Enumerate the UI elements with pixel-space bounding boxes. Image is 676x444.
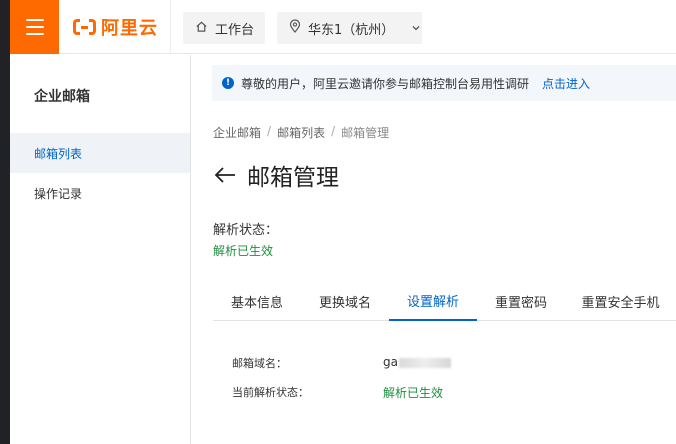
sidebar-item-label: 操作记录 bbox=[34, 186, 83, 201]
menu-line bbox=[25, 33, 44, 35]
menu-line bbox=[25, 19, 44, 21]
resolve-status-label: 解析状态： bbox=[213, 223, 279, 238]
aliyun-logo-icon bbox=[73, 19, 96, 35]
sidebar-item-mailbox-list[interactable]: 邮箱列表 bbox=[10, 133, 190, 173]
redacted-mask bbox=[398, 357, 451, 368]
domain-label: 邮箱域名： bbox=[232, 357, 287, 370]
top-navigation-bar: 阿里云 工作台 华东1（杭州） bbox=[10, 0, 676, 54]
hamburger-menu-button[interactable] bbox=[10, 0, 59, 54]
domain-value-row: ga bbox=[383, 355, 451, 369]
sidebar-item-operation-log[interactable]: 操作记录 bbox=[10, 173, 190, 213]
breadcrumb: 企业邮箱 / 邮箱列表 / 邮箱管理 bbox=[213, 124, 389, 141]
breadcrumb-separator: / bbox=[267, 124, 272, 138]
tab-bar: 基本信息 更换域名 设置解析 重置密码 重置安全手机 bbox=[213, 282, 676, 321]
tab-change-domain[interactable]: 更换域名 bbox=[301, 282, 389, 321]
menu-line bbox=[25, 26, 44, 28]
notice-text: 尊敬的用户，阿里云邀请你参与邮箱控制台易用性调研 bbox=[241, 76, 530, 91]
workbench-label: 工作台 bbox=[215, 22, 255, 38]
sidebar-title: 企业邮箱 bbox=[34, 89, 90, 105]
domain-value: ga bbox=[383, 355, 398, 369]
tab-basic-info[interactable]: 基本信息 bbox=[213, 282, 301, 321]
breadcrumb-separator: / bbox=[331, 124, 336, 138]
location-pin-icon bbox=[289, 19, 301, 37]
region-label: 华东1（杭州） bbox=[308, 22, 395, 38]
chevron-down-icon bbox=[411, 23, 421, 33]
window-edge bbox=[0, 0, 10, 444]
aliyun-logo[interactable]: 阿里云 bbox=[73, 15, 158, 39]
sidebar: 企业邮箱 邮箱列表 操作记录 bbox=[10, 55, 191, 444]
current-resolve-status-value: 解析已生效 bbox=[383, 386, 444, 400]
breadcrumb-current: 邮箱管理 bbox=[341, 126, 390, 140]
divider bbox=[170, 0, 171, 54]
region-selector[interactable]: 华东1（杭州） bbox=[277, 12, 422, 44]
tab-set-resolution[interactable]: 设置解析 bbox=[389, 282, 477, 321]
page-title: 邮箱管理 bbox=[247, 165, 339, 191]
tab-reset-security-phone[interactable]: 重置安全手机 bbox=[565, 282, 676, 321]
page-header: 邮箱管理 bbox=[213, 158, 339, 192]
resolve-status-value: 解析已生效 bbox=[213, 244, 274, 258]
sidebar-item-label: 邮箱列表 bbox=[34, 146, 83, 161]
survey-notice-banner: ! 尊敬的用户，阿里云邀请你参与邮箱控制台易用性调研 点击进入 bbox=[212, 65, 676, 101]
current-resolve-status-label: 当前解析状态： bbox=[232, 386, 309, 399]
workbench-button[interactable]: 工作台 bbox=[183, 12, 265, 44]
logo-text: 阿里云 bbox=[101, 18, 158, 39]
breadcrumb-item[interactable]: 企业邮箱 bbox=[213, 124, 261, 141]
notice-link[interactable]: 点击进入 bbox=[542, 75, 590, 92]
info-icon: ! bbox=[222, 77, 234, 89]
back-arrow-icon[interactable] bbox=[213, 165, 237, 185]
home-icon bbox=[195, 20, 208, 37]
breadcrumb-item[interactable]: 邮箱列表 bbox=[277, 124, 325, 141]
tab-reset-password[interactable]: 重置密码 bbox=[477, 282, 565, 321]
